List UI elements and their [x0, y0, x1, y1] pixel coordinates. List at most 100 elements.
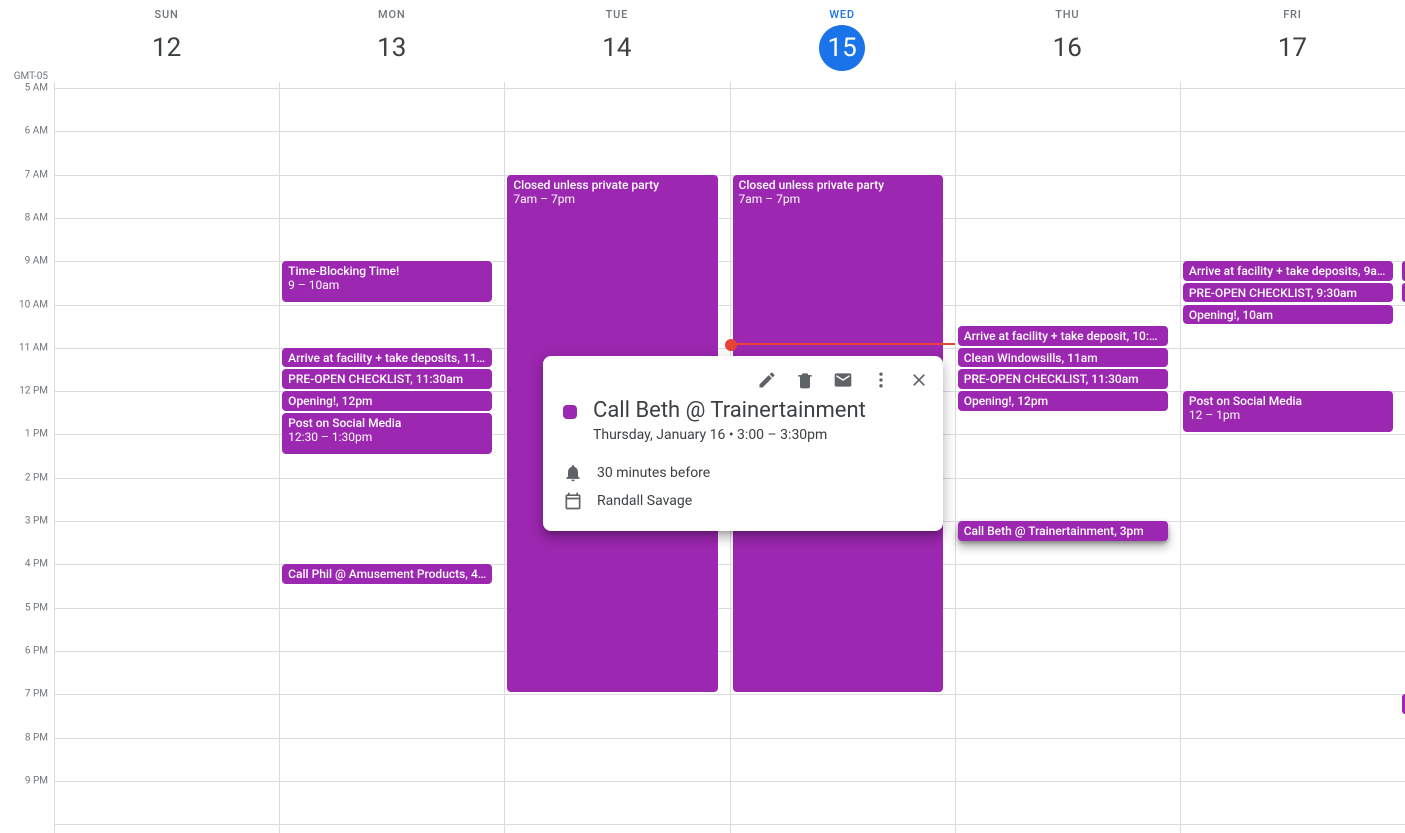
popup-subtitle: Thursday, January 16 • 3:00 – 3:30pm	[543, 427, 943, 443]
event-time: 7am – 7pm	[739, 192, 937, 206]
event-title: Opening!, 12pm	[288, 394, 486, 408]
dots-vertical-icon	[871, 370, 891, 390]
event-block[interactable]: Arrive at facility + take deposits, 11am	[282, 348, 492, 368]
event-block[interactable]: PRE-OPEN CHECKLIST, 9:30am	[1183, 283, 1393, 303]
time-label: 1 PM	[25, 429, 48, 440]
pencil-icon	[757, 370, 777, 390]
time-label: 12 PM	[19, 386, 48, 397]
popup-title-row: Call Beth @ Trainertainment	[543, 398, 943, 427]
event-title: Clean Windowsills, 11am	[964, 351, 1162, 365]
day-header[interactable]: WED 15	[730, 0, 955, 82]
time-label: 3 PM	[25, 516, 48, 527]
event-title: Opening!, 10am	[1189, 308, 1387, 322]
email-button[interactable]	[825, 362, 861, 398]
calendar-icon	[563, 491, 583, 511]
time-label: 2 PM	[25, 472, 48, 483]
envelope-icon	[833, 370, 853, 390]
event-title: PRE-OPEN CHECKLIST, 9:30am	[1189, 286, 1387, 300]
close-icon	[909, 370, 929, 390]
time-label: 8 PM	[25, 732, 48, 743]
event-block[interactable]: Arrive at facility + take deposit, 10:30…	[958, 326, 1168, 346]
day-headers: SUN 12 MON 13 TUE 14 WED 15 THU 16 FRI 17	[54, 0, 1405, 82]
day-header[interactable]: FRI 17	[1180, 0, 1405, 82]
day-header[interactable]: THU 16	[955, 0, 1180, 82]
event-popup: Call Beth @ Trainertainment Thursday, Ja…	[543, 356, 943, 531]
popup-calendar-text: Randall Savage	[597, 493, 692, 509]
event-time: 12 – 1pm	[1189, 408, 1387, 422]
event-title: PRE-OPEN CHECKLIST, 11:30am	[288, 372, 486, 386]
options-button[interactable]	[863, 362, 899, 398]
event-title: Post on Social Media	[1189, 394, 1387, 408]
event-time: 12:30 – 1:30pm	[288, 430, 486, 444]
day-number[interactable]: 13	[369, 25, 415, 71]
time-label: 4 PM	[25, 559, 48, 570]
event-block[interactable]: Opening!, 10am	[1183, 305, 1393, 325]
event-block[interactable]: Post on Social Media12 – 1pm	[1183, 391, 1393, 432]
time-label: 10 AM	[19, 299, 48, 310]
day-number[interactable]: 14	[594, 25, 640, 71]
day-name: WED	[730, 8, 955, 21]
day-number[interactable]: 15	[819, 25, 865, 71]
day-number[interactable]: 17	[1269, 25, 1315, 71]
timezone-col: GMT-05	[0, 0, 54, 82]
day-header[interactable]: MON 13	[279, 0, 504, 82]
day-number[interactable]: 16	[1044, 25, 1090, 71]
event-block[interactable]: Arrive at facility + take deposits, 9am	[1183, 261, 1393, 281]
day-col[interactable]	[54, 82, 279, 833]
time-label: 8 AM	[25, 212, 48, 223]
event-block[interactable]: Call Phil @ Amusement Products, 4pm	[282, 564, 492, 584]
time-label: 9 PM	[25, 775, 48, 786]
event-title: Arrive at facility + take deposits, 9am	[1189, 264, 1387, 278]
now-dot	[725, 339, 737, 351]
now-indicator	[731, 343, 955, 345]
event-block[interactable]: Time-Blocking Time!9 – 10am	[282, 261, 492, 302]
time-label: 11 AM	[19, 342, 48, 353]
event-block[interactable]: Call Beth @ Trainertainment, 3pm	[958, 521, 1168, 541]
delete-button[interactable]	[787, 362, 823, 398]
popup-reminder-text: 30 minutes before	[597, 465, 710, 481]
bell-icon	[563, 463, 583, 483]
event-title: Call Beth @ Trainertainment, 3pm	[964, 524, 1162, 538]
day-name: THU	[955, 8, 1180, 21]
event-block[interactable]: Post on Social Media12:30 – 1:30pm	[282, 413, 492, 454]
event-title: Time-Blocking Time!	[288, 264, 486, 278]
event-block[interactable]: PRE-OPEN CHECKLIST, 11:30am	[282, 369, 492, 389]
event-title: Opening!, 12pm	[964, 394, 1162, 408]
event-block[interactable]: Opening!, 12pm	[282, 391, 492, 411]
popup-title: Call Beth @ Trainertainment	[593, 398, 866, 423]
day-col[interactable]: Arrive at facility + take deposit, 10:30…	[955, 82, 1180, 833]
time-label: 6 AM	[25, 126, 48, 137]
close-button[interactable]	[901, 362, 937, 398]
day-name: MON	[279, 8, 504, 21]
event-title: Post on Social Media	[288, 416, 486, 430]
day-name: SUN	[54, 8, 279, 21]
header-row: GMT-05 SUN 12 MON 13 TUE 14 WED 15 THU 16 FRI 17	[0, 0, 1405, 82]
popup-toolbar	[543, 356, 943, 398]
time-label: 7 AM	[25, 169, 48, 180]
time-label: 5 PM	[25, 602, 48, 613]
event-time: 7am – 7pm	[513, 192, 711, 206]
time-label: 7 PM	[25, 689, 48, 700]
popup-calendar-row: Randall Savage	[543, 487, 943, 515]
event-title: Arrive at facility + take deposit, 10:30…	[964, 329, 1162, 343]
event-block[interactable]: PRE-OPEN CHECKLIST, 11:30am	[958, 369, 1168, 389]
day-number[interactable]: 12	[144, 25, 190, 71]
trash-icon	[795, 370, 815, 390]
day-name: FRI	[1180, 8, 1405, 21]
day-col[interactable]: Arrive at facility + take deposits, 9am P…	[1180, 82, 1405, 833]
day-col[interactable]: Time-Blocking Time!9 – 10am Arrive at fac…	[279, 82, 504, 833]
event-title: Arrive at facility + take deposits, 11am	[288, 351, 486, 365]
day-name: TUE	[504, 8, 729, 21]
timezone-label: GMT-05	[14, 71, 48, 82]
event-time: 9 – 10am	[288, 278, 486, 292]
event-title: PRE-OPEN CHECKLIST, 11:30am	[964, 372, 1162, 386]
time-label: 9 AM	[25, 256, 48, 267]
edit-button[interactable]	[749, 362, 785, 398]
day-header[interactable]: TUE 14	[504, 0, 729, 82]
event-block[interactable]: Opening!, 12pm	[958, 391, 1168, 411]
time-label: 6 PM	[25, 645, 48, 656]
day-header[interactable]: SUN 12	[54, 0, 279, 82]
time-col: 5 AM6 AM7 AM8 AM9 AM10 AM11 AM12 PM1 PM2…	[0, 82, 54, 833]
event-block[interactable]: Clean Windowsills, 11am	[958, 348, 1168, 368]
popup-reminder-row: 30 minutes before	[543, 459, 943, 487]
